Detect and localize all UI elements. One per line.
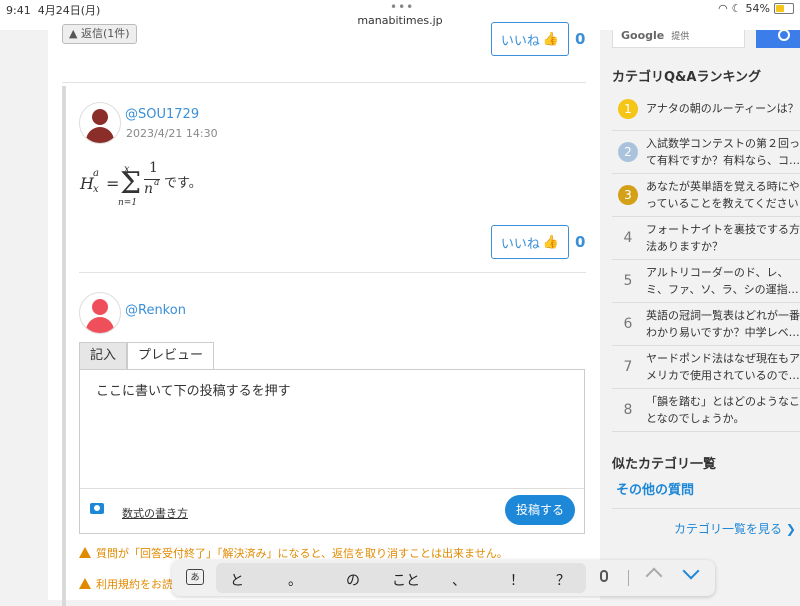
warning-icon (79, 547, 91, 558)
reply-thread-bar (62, 86, 66, 606)
thumbs-up-icon: 👍 (542, 31, 560, 47)
ranking-number: 6 (623, 316, 633, 332)
tab-input[interactable]: 記入 (79, 342, 128, 369)
search-input[interactable]: Google 提供 (612, 30, 745, 48)
like-count-top: 0 (575, 30, 586, 48)
keyboard-suggestion-bar: あ と 。 の こと 、 ！ ？ (172, 560, 715, 596)
post-button[interactable]: 投稿する (505, 495, 575, 525)
ranking-text[interactable]: あなたが英単語を覚える時にやっていることを教えてください (646, 178, 800, 212)
chevron-up-icon[interactable] (645, 567, 663, 585)
editor-toolbar: 数式の書き方 投稿する (80, 488, 584, 533)
suggestion-item[interactable]: ！ (510, 570, 524, 590)
search-button[interactable] (756, 30, 800, 48)
chevron-down-icon[interactable] (682, 562, 700, 580)
multitask-dots-icon[interactable]: ••• (390, 0, 414, 14)
camera-icon[interactable] (90, 503, 104, 514)
like-label: いいね (500, 236, 540, 252)
ranking-number: 4 (623, 230, 633, 246)
reply-username[interactable]: @Renkon (125, 303, 186, 318)
ranking-number: 3 (618, 185, 638, 205)
similar-categories-title: 似たカテゴリ一覧 (612, 457, 717, 472)
ranking-item[interactable]: 7 ヤードポンド法はなぜ現在もアメリカで使用されているので… (612, 346, 800, 389)
ranking-number: 5 (623, 273, 633, 289)
ranking-text[interactable]: 入試数学コンテストの第２回って有料ですか？有料なら、コ… (646, 135, 800, 169)
formula-howto-link[interactable]: 数式の書き方 (122, 505, 188, 521)
suggestion-list: と 。 の こと 、 ！ ？ (216, 563, 586, 593)
like-count-comment: 0 (575, 233, 586, 251)
ranking-number: 1 (618, 99, 638, 119)
ranking-text[interactable]: アルトリコーダーのド、レ、ミ、ファ、ソ、ラ、シの運指… (646, 264, 800, 298)
ranking-text[interactable]: 「韻を踏む」とはどのようなことなのでしょうか。 (646, 393, 800, 427)
ranking-item[interactable]: 3 あなたが英単語を覚える時にやっていることを教えてください (612, 174, 800, 217)
divider (612, 508, 800, 509)
like-group-comment: いいね 👍 0 (491, 225, 585, 259)
wifi-icon: ◠ (718, 2, 728, 15)
search-brand: Google (621, 30, 665, 42)
ranking-item[interactable]: 6 英語の冠詞一覧表はどれが一番わかり易いですか？中学レベ… (612, 303, 800, 346)
ranking-item[interactable]: 1 アナタの朝のルーティーンは？ (612, 88, 800, 131)
search-sub: 提供 (671, 32, 690, 42)
category-list-link[interactable]: カテゴリ一覧を見る ❯ (674, 520, 796, 537)
reply-placeholder[interactable]: ここに書いて下の投稿するを押す (96, 380, 291, 399)
battery-percent: 54% (745, 2, 770, 15)
warning-notice-2: 利用規約をお読 (79, 576, 173, 592)
suggestion-item[interactable]: こと (392, 570, 420, 590)
status-icons: ◠ ☾ 54% (718, 2, 794, 15)
comment-formula: H a x = x Σ n=1 1 n a です。 (80, 160, 202, 208)
warning-notice-1: 質問が「回答受付終了」「解決済み」になると、返信を取り消すことは出来ません。 (79, 545, 508, 561)
warning-icon (79, 578, 91, 589)
reply-editor[interactable]: ここに書いて下の投稿するを押す 数式の書き方 投稿する (79, 369, 585, 534)
battery-icon (774, 3, 794, 14)
comment-username[interactable]: @SOU1729 (125, 107, 199, 122)
avatar-renkon[interactable] (79, 292, 121, 334)
comment-date: 2023/4/21 14:30 (126, 127, 218, 140)
editor-tabs: 記入 プレビュー (79, 342, 215, 369)
avatar-sou1729[interactable] (79, 102, 121, 144)
moon-icon: ☾ (731, 2, 742, 15)
input-mode-key[interactable]: あ (186, 569, 204, 585)
like-group-top: いいね 👍 0 (491, 22, 585, 56)
ranking-text[interactable]: フォートナイトを裏技でする方法ありますか？ (646, 221, 800, 255)
divider (79, 272, 586, 273)
ranking-number: 2 (618, 142, 638, 162)
ranking-text[interactable]: ヤードポンド法はなぜ現在もアメリカで使用されているので… (646, 350, 800, 384)
ranking-item[interactable]: 4 フォートナイトを裏技でする方法ありますか？ (612, 217, 800, 260)
ranking-item[interactable]: 5 アルトリコーダーのド、レ、ミ、ファ、ソ、ラ、シの運指… (612, 260, 800, 303)
ranking-item[interactable]: 8 「韻を踏む」とはどのようなことなのでしょうか。 (612, 389, 800, 432)
ranking-number: 7 (623, 359, 633, 375)
tab-preview[interactable]: プレビュー (127, 342, 215, 369)
like-label: いいね (500, 33, 540, 49)
ranking-text[interactable]: アナタの朝のルーティーンは？ (646, 100, 800, 134)
separator (628, 570, 629, 586)
suggestion-item[interactable]: ？ (556, 570, 570, 590)
divider (62, 82, 586, 83)
suggestion-item[interactable]: 、 (452, 570, 466, 590)
ranking-text[interactable]: 英語の冠詞一覧表はどれが一番わかり易いですか？中学レベ… (646, 307, 800, 341)
main-content: ▲ 返信(1件) いいね 👍 0 @SOU1729 2023/4/21 14:3… (48, 22, 600, 606)
ranking-number: 8 (623, 402, 633, 418)
like-button-top[interactable]: いいね 👍 (491, 22, 569, 56)
other-questions-link[interactable]: その他の質問 (616, 479, 694, 498)
sidebar: Google 提供 カテゴリQ&Aランキング 1 アナタの朝のルーティーンは？ 2 入… (600, 30, 800, 600)
like-button-comment[interactable]: いいね 👍 (491, 225, 569, 259)
ranking-item[interactable]: 2 入試数学コンテストの第２回って有料ですか？有料なら、コ… (612, 131, 800, 174)
suggestion-item[interactable]: と (230, 570, 244, 590)
ranking-title: カテゴリQ&Aランキング (612, 70, 762, 85)
thumbs-up-icon: 👍 (542, 234, 560, 250)
reply-toggle-button[interactable]: ▲ 返信(1件) (62, 24, 137, 44)
suggestion-item[interactable]: 。 (288, 570, 302, 590)
microphone-icon[interactable] (600, 570, 608, 582)
suggestion-item[interactable]: の (346, 570, 360, 590)
